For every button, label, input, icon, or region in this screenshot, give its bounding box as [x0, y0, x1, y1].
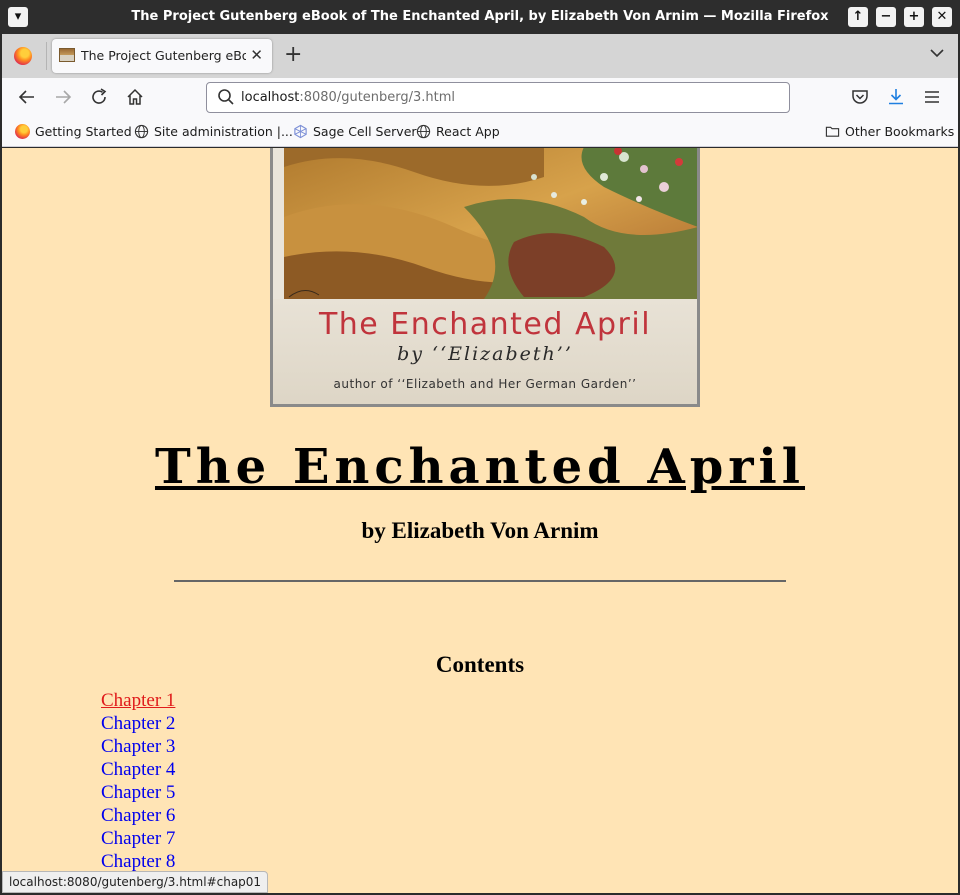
window-raise-button[interactable]: ↑: [848, 7, 868, 27]
tab-favicon-icon: [59, 48, 75, 62]
chapter-link-5[interactable]: Chapter 5: [101, 781, 175, 804]
cover-image: The Enchanted April by ‘‘Elizabeth’’ aut…: [270, 148, 700, 407]
window-minimize-button[interactable]: −: [876, 7, 896, 27]
globe-icon: [134, 124, 149, 139]
firefox-view-icon[interactable]: [14, 47, 32, 65]
url-bar[interactable]: localhost:8080/gutenberg/3.html: [206, 82, 790, 113]
list-all-tabs-chevron-down-icon[interactable]: [930, 46, 944, 62]
cover-caption: The Enchanted April by ‘‘Elizabeth’’ aut…: [273, 299, 697, 404]
contents-heading: Contents: [435, 652, 525, 677]
new-tab-button[interactable]: +: [284, 44, 302, 66]
folder-icon: [825, 126, 840, 137]
cover-title: The Enchanted April: [318, 307, 652, 342]
bookmarks-toolbar: Getting Started Site administration |...…: [2, 118, 958, 147]
tab-separator: [46, 42, 47, 70]
other-bookmarks-label: Other Bookmarks: [845, 124, 955, 139]
tab-active[interactable]: The Project Gutenberg eBook of The Encha…: [52, 39, 272, 73]
cover-painting: [284, 148, 697, 299]
bookmark-site-administration[interactable]: Site administration |...: [134, 124, 293, 139]
cover-author-line: author of ‘‘Elizabeth and Her German Gar…: [333, 377, 637, 391]
back-arrow-icon[interactable]: [16, 87, 38, 109]
url-host: localhost: [241, 90, 300, 105]
navigation-toolbar: localhost:8080/gutenberg/3.html: [2, 78, 958, 118]
url-text: localhost:8080/gutenberg/3.html: [241, 90, 455, 105]
other-bookmarks[interactable]: Other Bookmarks: [825, 124, 954, 139]
page-content: The Enchanted April by ‘‘Elizabeth’’ aut…: [2, 148, 958, 893]
bookmark-getting-started[interactable]: Getting Started: [15, 124, 132, 139]
chapter-link-8[interactable]: Chapter 8: [101, 850, 175, 873]
horizontal-rule: [174, 580, 786, 582]
bookmark-label: Getting Started: [35, 124, 132, 139]
bookmark-label: Sage Cell Server: [313, 124, 417, 139]
window-titlebar: ▾ The Project Gutenberg eBook of The Enc…: [0, 0, 960, 34]
tab-strip: The Project Gutenberg eBook of The Encha…: [2, 34, 958, 78]
tab-close-icon[interactable]: ✕: [250, 46, 263, 64]
search-icon: [218, 89, 234, 105]
app-menu-icon[interactable]: [921, 87, 943, 109]
forward-arrow-icon[interactable]: [52, 87, 74, 109]
pocket-icon[interactable]: [849, 87, 871, 109]
table-of-contents: Chapter 1 Chapter 2 Chapter 3 Chapter 4 …: [101, 689, 175, 873]
chapter-link-7[interactable]: Chapter 7: [101, 827, 175, 850]
bookmark-react-app[interactable]: React App: [416, 124, 500, 139]
book-byline: by Elizabeth Von Arnim: [361, 518, 599, 543]
bookmark-label: Site administration |...: [154, 124, 293, 139]
chapter-link-3[interactable]: Chapter 3: [101, 735, 175, 758]
book-title: The Enchanted April: [154, 439, 806, 495]
window-maximize-button[interactable]: +: [904, 7, 924, 27]
tab-title: The Project Gutenberg eBook of The Encha…: [81, 48, 246, 63]
chapter-link-6[interactable]: Chapter 6: [101, 804, 175, 827]
home-icon[interactable]: [124, 87, 146, 109]
chapter-link-2[interactable]: Chapter 2: [101, 712, 175, 735]
globe-icon: [416, 124, 431, 139]
sage-icon: [294, 124, 307, 139]
chapter-link-1[interactable]: Chapter 1: [101, 689, 175, 712]
window-close-button[interactable]: ✕: [932, 7, 952, 27]
url-path: :8080/gutenberg/3.html: [299, 90, 456, 105]
bookmark-sage-cell-server[interactable]: Sage Cell Server: [293, 124, 417, 139]
firefox-icon: [15, 124, 30, 139]
window-title: The Project Gutenberg eBook of The Encha…: [131, 9, 829, 24]
link-status-bar: localhost:8080/gutenberg/3.html#chap01: [2, 871, 269, 893]
downloads-icon[interactable]: [885, 87, 907, 109]
reload-icon[interactable]: [88, 87, 110, 109]
bookmark-label: React App: [436, 124, 500, 139]
cover-byline: by ‘‘Elizabeth’’: [397, 343, 573, 365]
chapter-link-4[interactable]: Chapter 4: [101, 758, 175, 781]
